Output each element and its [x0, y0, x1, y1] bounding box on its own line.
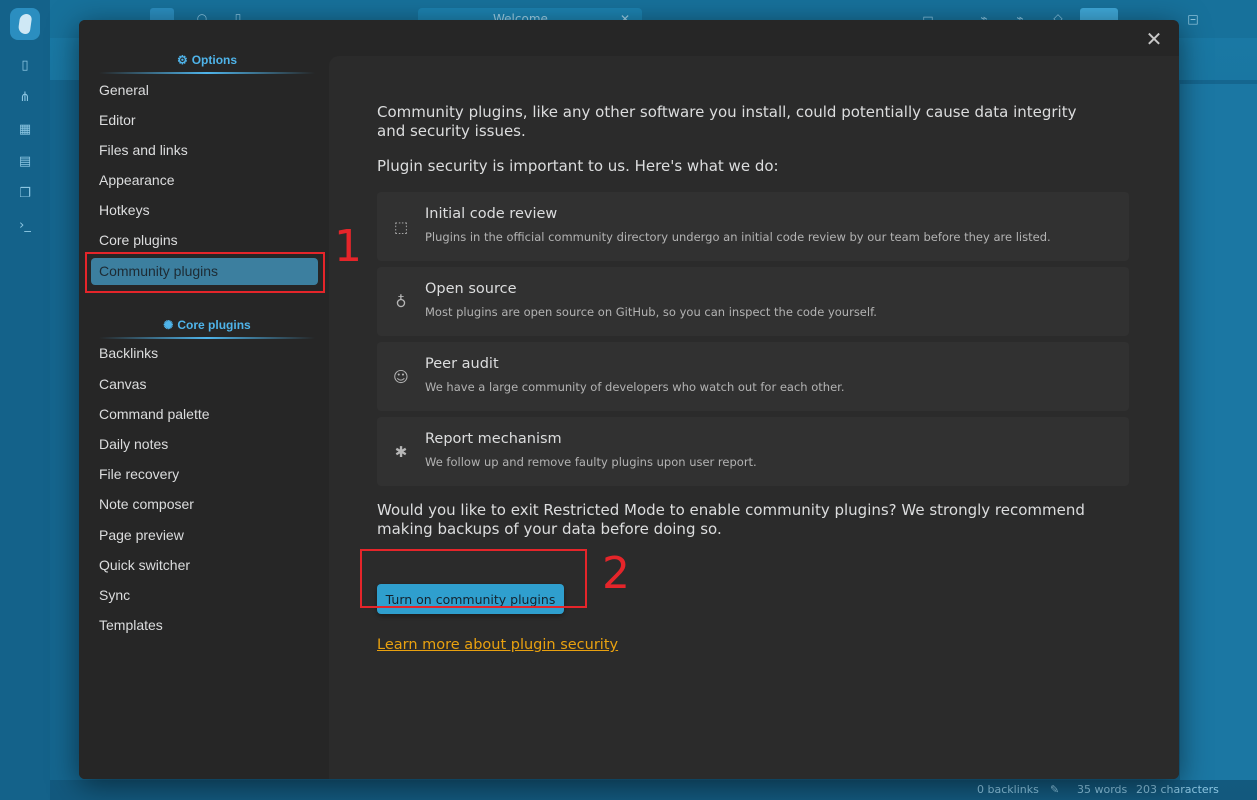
card-description: Plugins in the official community direct…: [425, 230, 1051, 244]
sidebar-item-appearance[interactable]: Appearance: [91, 167, 318, 194]
status-words: 35 words: [1077, 783, 1128, 796]
left-ribbon: ▯ ⋔ ▦ ▤ ❐ ›_: [0, 0, 50, 800]
sidebar-item-sync[interactable]: Sync: [91, 582, 318, 609]
turn-on-community-plugins-button[interactable]: Turn on community plugins: [377, 584, 564, 614]
card-open-source: ♁ Open source Most plugins are open sour…: [377, 267, 1129, 336]
header-underline: [99, 337, 315, 339]
options-header: ⚙ Options: [99, 53, 315, 74]
status-bar: 0 backlinks ✎ 35 words 203 characters: [960, 780, 1257, 800]
settings-sidebar: ⚙ Options General Editor Files and links …: [79, 20, 329, 779]
sidebar-item-files-and-links[interactable]: Files and links: [91, 137, 318, 164]
sidebar-item-editor[interactable]: Editor: [91, 107, 318, 134]
sliders-icon: ⚙: [176, 53, 188, 67]
settings-content: Community plugins, like any other softwa…: [329, 56, 1179, 779]
sidebar-item-community-plugins[interactable]: Community plugins: [91, 258, 318, 285]
close-icon[interactable]: ✕: [1145, 29, 1163, 49]
github-icon: ♁: [395, 293, 407, 311]
status-backlinks: 0 backlinks: [977, 783, 1039, 796]
card-title: Open source: [425, 281, 517, 297]
maximize-icon[interactable]: □: [1186, 12, 1200, 26]
code-review-icon: ⬚: [393, 218, 409, 236]
learn-more-link[interactable]: Learn more about plugin security: [377, 637, 618, 653]
settings-modal: ⚙ Options General Editor Files and links …: [79, 20, 1179, 779]
sidebar-item-hotkeys[interactable]: Hotkeys: [91, 197, 318, 224]
card-title: Peer audit: [425, 356, 499, 372]
right-sidebar: [1180, 84, 1257, 780]
sidebar-item-daily-notes[interactable]: Daily notes: [91, 431, 318, 458]
card-peer-audit: ☺ Peer audit We have a large community o…: [377, 342, 1129, 411]
sidebar-item-quick-switcher[interactable]: Quick switcher: [91, 552, 318, 579]
card-title: Initial code review: [425, 206, 558, 222]
calendar-icon[interactable]: ▤: [17, 154, 33, 170]
users-icon: ☺: [393, 368, 409, 386]
intro-text: Community plugins, like any other softwa…: [377, 103, 1077, 140]
grid-icon[interactable]: ▦: [17, 122, 33, 138]
card-initial-code-review: ⬚ Initial code review Plugins in the off…: [377, 192, 1129, 261]
status-characters: 203 characters: [1136, 783, 1219, 796]
header-underline: [99, 72, 315, 74]
security-intro-text: Plugin security is important to us. Here…: [377, 157, 779, 175]
terminal-icon[interactable]: ›_: [17, 218, 33, 234]
plugin-icon: ✺: [163, 318, 174, 332]
file-icon[interactable]: ▯: [17, 58, 33, 74]
card-description: Most plugins are open source on GitHub, …: [425, 305, 877, 319]
restricted-mode-question: Would you like to exit Restricted Mode t…: [377, 501, 1085, 538]
sidebar-item-backlinks[interactable]: Backlinks: [91, 340, 318, 367]
card-description: We follow up and remove faulty plugins u…: [425, 455, 757, 469]
card-description: We have a large community of developers …: [425, 380, 845, 394]
sidebar-item-core-plugins[interactable]: Core plugins: [91, 227, 318, 254]
sidebar-item-general[interactable]: General: [91, 77, 318, 104]
card-report-mechanism: ✱ Report mechanism We follow up and remo…: [377, 417, 1129, 486]
sidebar-item-note-composer[interactable]: Note composer: [91, 491, 318, 518]
sidebar-item-command-palette[interactable]: Command palette: [91, 401, 318, 428]
sidebar-item-page-preview[interactable]: Page preview: [91, 522, 318, 549]
sidebar-item-canvas[interactable]: Canvas: [91, 371, 318, 398]
obsidian-logo-icon: [10, 8, 40, 40]
sidebar-item-templates[interactable]: Templates: [91, 612, 318, 639]
pencil-icon: ✎: [1050, 783, 1060, 796]
core-plugins-header: ✺ Core plugins: [99, 318, 315, 339]
card-title: Report mechanism: [425, 431, 562, 447]
graph-icon[interactable]: ⋔: [17, 90, 33, 106]
sidebar-item-file-recovery[interactable]: File recovery: [91, 461, 318, 488]
bug-icon: ✱: [394, 443, 408, 461]
copy-icon[interactable]: ❐: [17, 186, 33, 202]
